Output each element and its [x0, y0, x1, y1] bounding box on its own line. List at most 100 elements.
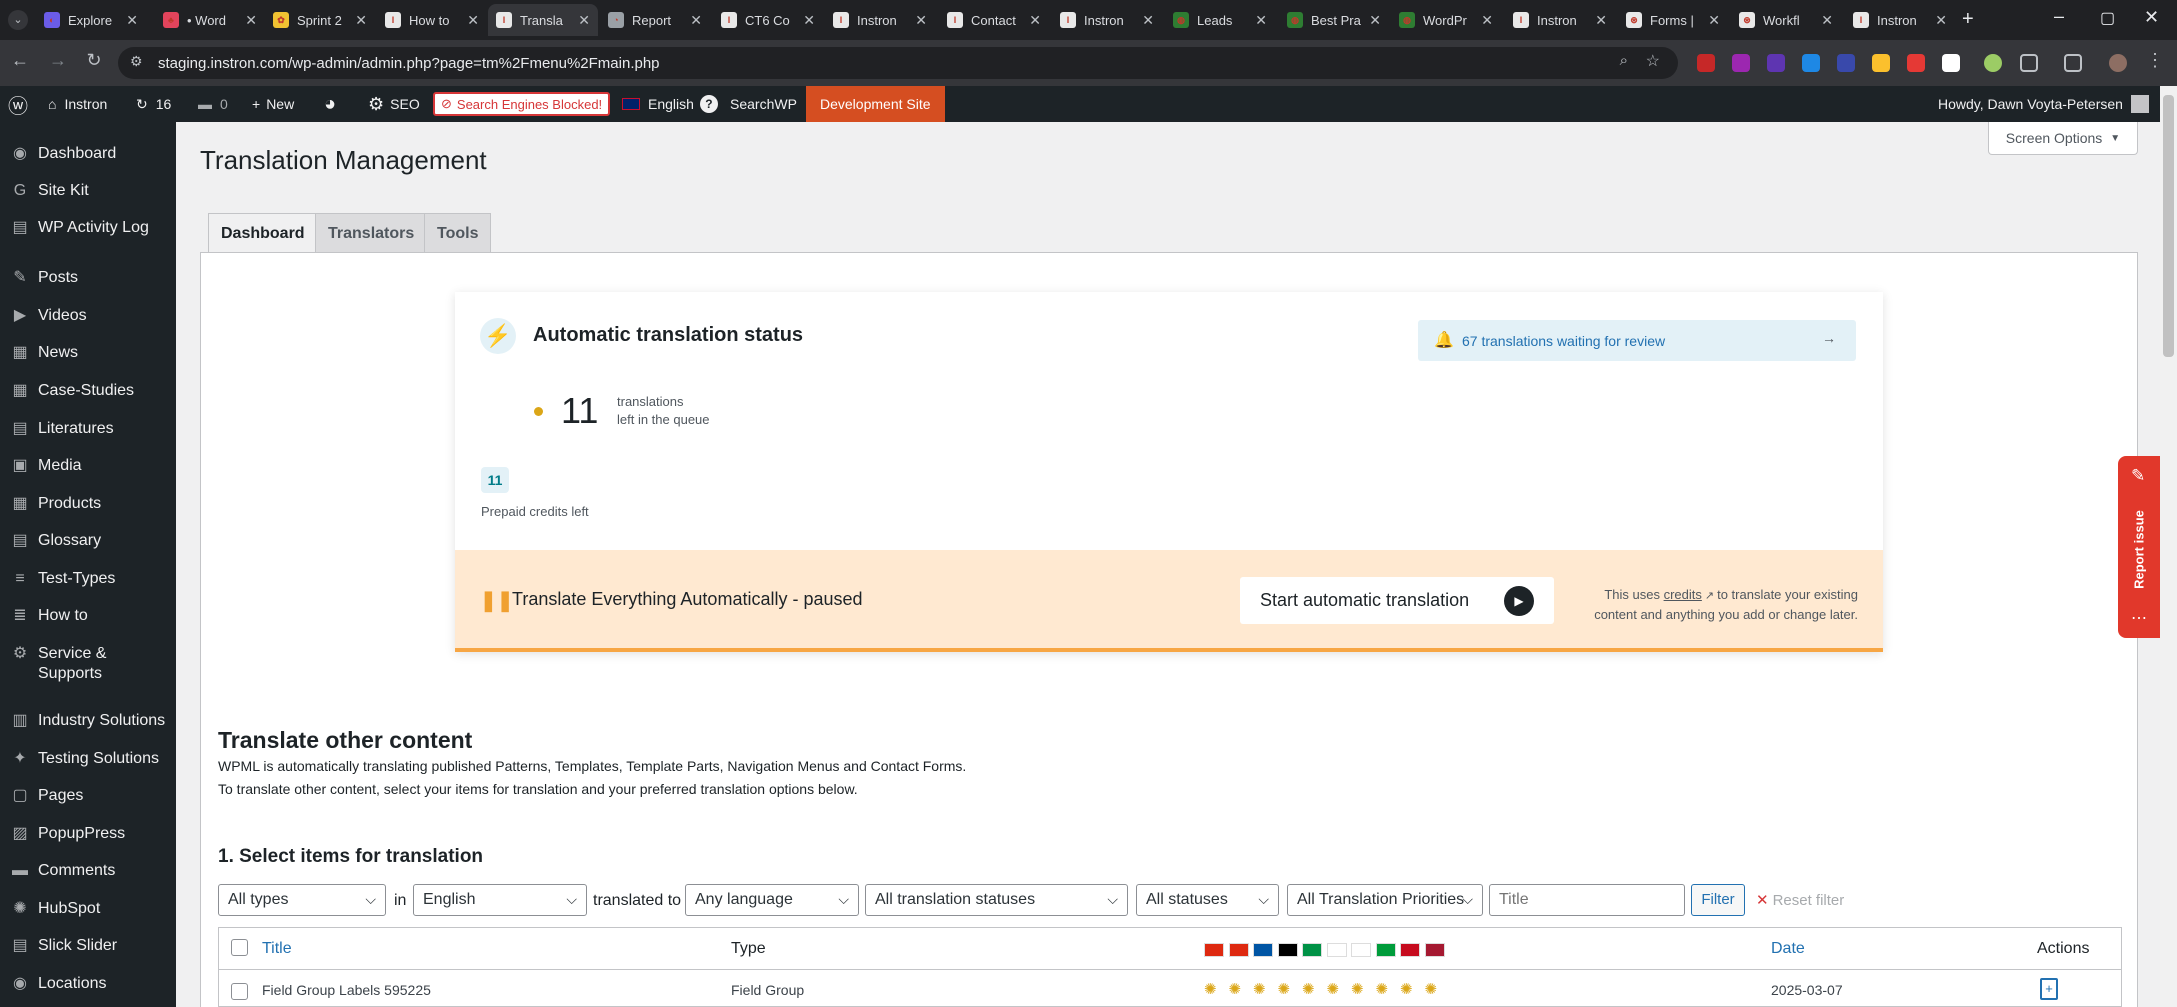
review-notice-link[interactable]: 🔔 67 translations waiting for review →	[1418, 320, 1856, 361]
translation-status-icon[interactable]: ✺	[1253, 981, 1273, 999]
type-filter-select[interactable]: All types ⌵	[218, 884, 386, 916]
browser-tab[interactable]: I Contact ✕	[939, 4, 1049, 36]
tab-close-icon[interactable]: ✕	[690, 12, 702, 29]
tab-close-icon[interactable]: ✕	[1481, 12, 1493, 29]
sidebar-item-products[interactable]: ▦ Products	[0, 494, 176, 530]
browser-tab[interactable]: I How to ✕	[377, 4, 487, 36]
column-title[interactable]: Title	[262, 940, 292, 958]
new-content-link[interactable]: + New	[252, 86, 294, 122]
bookmark-star-icon[interactable]: ☆	[1646, 51, 1660, 71]
sidebar-item-glossary[interactable]: ▤ Glossary	[0, 531, 176, 567]
priority-select[interactable]: All Translation Priorities ⌵	[1287, 884, 1483, 916]
maximize-window-button[interactable]: ▢	[2100, 8, 2115, 28]
language-switcher[interactable]: English?	[622, 86, 718, 122]
scrollbar-thumb[interactable]	[2163, 95, 2174, 357]
filter-button[interactable]: Filter	[1691, 884, 1745, 916]
extensions-puzzle-icon[interactable]	[2020, 54, 2038, 72]
browser-tab[interactable]: I Instron ✕	[1845, 4, 1955, 36]
sidebar-item-pages[interactable]: ▢ Pages	[0, 786, 176, 822]
translation-status-icon[interactable]: ✺	[1327, 981, 1347, 999]
wordpress-logo-icon[interactable]: ⓦ	[8, 86, 28, 122]
browser-tab[interactable]: ⊛ Workfl ✕	[1731, 4, 1841, 36]
tab-close-icon[interactable]: ✕	[915, 12, 927, 29]
sidebar-item-videos[interactable]: ▶ Videos	[0, 306, 176, 342]
tab-close-icon[interactable]: ✕	[1595, 12, 1607, 29]
tab-dashboard[interactable]: Dashboard	[208, 213, 318, 254]
back-arrow-icon[interactable]: ←	[8, 50, 32, 71]
sidebar-item-hubspot[interactable]: ✺ HubSpot	[0, 899, 176, 935]
extension-icon[interactable]	[1907, 54, 1925, 72]
sidebar-item-popuppress[interactable]: ▨ PopupPress	[0, 824, 176, 860]
tab-close-icon[interactable]: ✕	[1369, 12, 1381, 29]
browser-menu-icon[interactable]: ⋮	[2146, 50, 2164, 71]
translation-status-icon[interactable]: ✺	[1376, 981, 1396, 999]
translation-status-icon[interactable]: ✺	[1302, 981, 1322, 999]
close-window-button[interactable]: ✕	[2144, 7, 2159, 28]
new-tab-button[interactable]: +	[1962, 8, 1974, 31]
browser-tab[interactable]: ♣ • Word ✕	[155, 4, 265, 36]
tab-close-icon[interactable]: ✕	[1935, 12, 1947, 29]
sidebar-item-dashboard[interactable]: ◉ Dashboard	[0, 144, 176, 180]
row-checkbox[interactable]	[231, 983, 248, 1000]
extension-icon[interactable]	[1837, 54, 1855, 72]
extension-icon[interactable]	[1802, 54, 1820, 72]
select-all-checkbox[interactable]	[231, 939, 248, 956]
search-engines-blocked-badge[interactable]: ⊘ Search Engines Blocked!	[433, 92, 611, 116]
site-info-icon[interactable]: ⚙	[130, 53, 143, 70]
browser-tab[interactable]: I Instron ✕	[1505, 4, 1615, 36]
sidebar-item-literatures[interactable]: ▤ Literatures	[0, 419, 176, 455]
seo-link[interactable]: ⚙ SEO	[368, 86, 420, 122]
sidebar-item-site-kit[interactable]: G Site Kit	[0, 181, 176, 217]
browser-tab[interactable]: ◍ Best Pra ✕	[1279, 4, 1389, 36]
translation-status-icon[interactable]: ✺	[1425, 981, 1445, 999]
tab-tools[interactable]: Tools	[424, 213, 492, 253]
browser-tab[interactable]: I Instron ✕	[1052, 4, 1162, 36]
zoom-icon[interactable]: ⌕	[1620, 52, 1628, 69]
start-automatic-translation-button[interactable]: Start automatic translation ▶	[1240, 577, 1554, 624]
tab-search-button[interactable]: ⌄	[8, 10, 28, 30]
sidebar-item-testing-solutions[interactable]: ✦ Testing Solutions	[0, 749, 176, 785]
sidebar-item-case-studies[interactable]: ▦ Case-Studies	[0, 381, 176, 417]
tab-translators[interactable]: Translators	[315, 213, 428, 253]
report-issue-tab[interactable]: ✎ Report issue ⋯	[2118, 456, 2160, 638]
tab-close-icon[interactable]: ✕	[1029, 12, 1041, 29]
extension-icon[interactable]	[1732, 54, 1750, 72]
source-language-select[interactable]: English ⌵	[413, 884, 587, 916]
forward-arrow-icon[interactable]: →	[46, 50, 70, 71]
extension-icon[interactable]	[1872, 54, 1890, 72]
screen-options-button[interactable]: Screen Options ▼	[1988, 122, 2138, 155]
media-control-icon[interactable]	[2064, 54, 2082, 72]
column-date[interactable]: Date	[1771, 940, 1805, 958]
translation-status-icon[interactable]: ✺	[1229, 981, 1249, 999]
translation-status-icon[interactable]: ✺	[1278, 981, 1298, 999]
browser-tab[interactable]: I CT6 Co ✕	[713, 4, 823, 36]
query-monitor-icon[interactable]: ◕	[324, 86, 336, 122]
extension-icon[interactable]	[1942, 54, 1960, 72]
browser-tab[interactable]: I Instron ✕	[825, 4, 935, 36]
title-search-input[interactable]	[1489, 884, 1685, 916]
reset-filter-link[interactable]: ✕ Reset filter	[1756, 891, 1844, 909]
tab-close-icon[interactable]: ✕	[578, 12, 590, 29]
credits-link[interactable]: credits	[1664, 587, 1702, 602]
browser-tab[interactable]: ✿ Sprint 2 ✕	[265, 4, 375, 36]
sidebar-item-posts[interactable]: ✎ Posts	[0, 268, 176, 304]
sidebar-item-locations[interactable]: ◉ Locations	[0, 974, 176, 1007]
reload-icon[interactable]: ↻	[82, 50, 106, 71]
translation-status-icon[interactable]: ✺	[1204, 981, 1224, 999]
sidebar-item-test-types[interactable]: ≡ Test-Types	[0, 569, 176, 605]
target-language-select[interactable]: Any language ⌵	[685, 884, 859, 916]
browser-tab[interactable]: I Transla ✕	[488, 4, 598, 36]
sidebar-item-service[interactable]: ⚙ Service & Supports	[0, 644, 176, 682]
tab-close-icon[interactable]: ✕	[803, 12, 815, 29]
extension-icon[interactable]	[1767, 54, 1785, 72]
tab-close-icon[interactable]: ✕	[355, 12, 367, 29]
tab-close-icon[interactable]: ✕	[1708, 12, 1720, 29]
sidebar-item-slick-slider[interactable]: ▤ Slick Slider	[0, 936, 176, 972]
browser-tab[interactable]: ◐ Explore ✕	[36, 4, 146, 36]
tab-close-icon[interactable]: ✕	[467, 12, 479, 29]
browser-tab[interactable]: ◍ Leads ✕	[1165, 4, 1275, 36]
pdf-extension-icon[interactable]	[1697, 54, 1715, 72]
tab-close-icon[interactable]: ✕	[245, 12, 257, 29]
tab-close-icon[interactable]: ✕	[1821, 12, 1833, 29]
address-bar[interactable]: ⚙ staging.instron.com/wp-admin/admin.php…	[118, 47, 1678, 79]
